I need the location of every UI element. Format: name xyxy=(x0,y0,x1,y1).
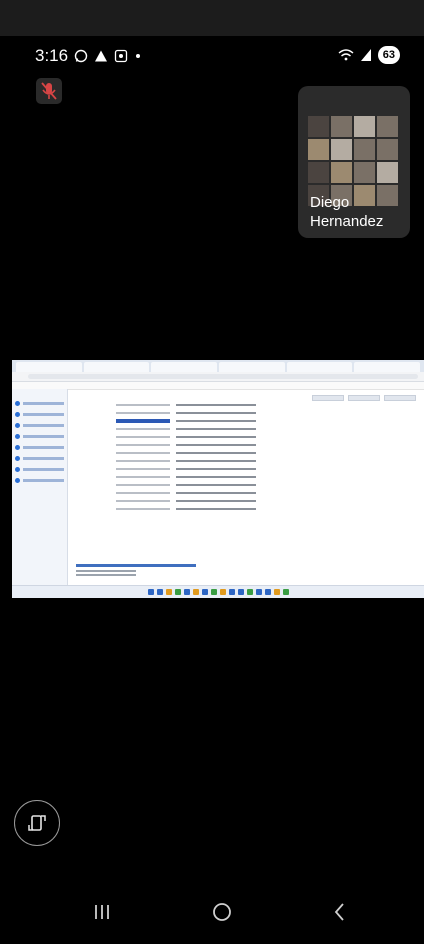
shared-form-content xyxy=(68,389,424,586)
participant-tile[interactable]: Diego Hernandez xyxy=(298,86,410,238)
shared-taskbar xyxy=(12,585,424,598)
top-strip xyxy=(0,0,424,36)
participant-name: Diego Hernandez xyxy=(310,194,384,230)
shared-screen[interactable] xyxy=(12,360,424,598)
recent-apps-button[interactable] xyxy=(80,892,124,932)
battery-level: 63 xyxy=(377,46,400,64)
shared-app-area xyxy=(12,389,424,586)
recent-apps-icon xyxy=(95,905,109,919)
system-navigation-bar xyxy=(0,884,424,944)
status-left: 3:16 xyxy=(35,46,142,66)
back-button[interactable] xyxy=(318,892,362,932)
status-right: 63 xyxy=(338,46,400,64)
notification-dot xyxy=(136,54,141,58)
clock: 3:16 xyxy=(35,46,69,65)
browser-address-bar xyxy=(12,372,424,382)
rotate-icon xyxy=(28,815,46,831)
signal-icon xyxy=(360,49,371,61)
home-icon xyxy=(213,903,231,921)
home-button[interactable] xyxy=(200,892,244,932)
warning-icon xyxy=(95,50,108,62)
whatsapp-icon xyxy=(74,49,88,63)
shared-side-nav xyxy=(12,389,68,586)
status-bar: 3:16 63 xyxy=(0,46,424,74)
screen-record-icon xyxy=(114,49,128,63)
back-icon xyxy=(334,903,344,921)
browser-tabs xyxy=(12,360,424,372)
wifi-icon xyxy=(338,49,354,61)
mic-off-icon xyxy=(41,82,57,100)
rotate-screen-button[interactable] xyxy=(14,800,60,846)
mic-muted-indicator[interactable] xyxy=(36,78,62,104)
